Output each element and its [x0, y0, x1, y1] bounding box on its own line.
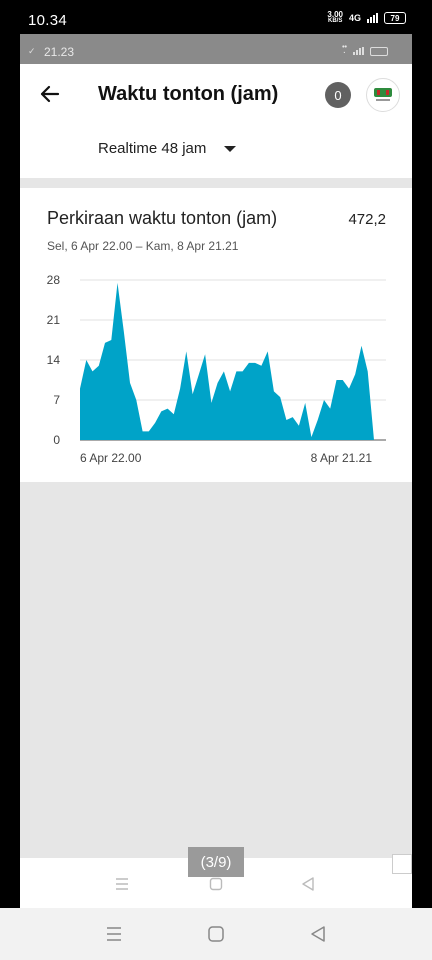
watch-time-card: Perkiraan waktu tonton (jam) 472,2 Sel, … — [20, 188, 412, 482]
screen: 10.34 3.00 KB/S 4G 79 ✓ 21.23 •• · Waktu… — [0, 0, 432, 960]
page-counter: (3/9) — [188, 847, 244, 877]
y-tick-label: 14 — [47, 353, 61, 367]
status-icons: 3.00 KB/S 4G 79 — [327, 11, 406, 25]
inner-signal-icon — [353, 47, 364, 55]
status-bar: 10.34 3.00 KB/S 4G 79 — [0, 0, 432, 36]
x-start-label: 6 Apr 22.00 — [80, 451, 142, 465]
screenshot-preview: ✓ 21.23 •• · Waktu tonton (jam) 0 Realti… — [20, 34, 412, 908]
range-dropdown-label: Realtime 48 jam — [98, 140, 207, 157]
avatar[interactable] — [366, 78, 400, 112]
x-end-label: 8 Apr 21.21 — [311, 451, 373, 465]
network-speed: 3.00 KB/S — [327, 10, 343, 25]
inner-battery-icon — [370, 46, 388, 56]
back-button[interactable] — [308, 924, 328, 944]
inner-status-time: 21.23 — [44, 45, 75, 59]
range-dropdown[interactable]: Realtime 48 jam — [98, 140, 237, 157]
watch-time-area — [80, 282, 374, 440]
status-time: 10.34 — [28, 12, 68, 29]
y-tick-label: 0 — [53, 433, 60, 447]
inner-back-icon — [302, 877, 314, 891]
app-header: Waktu tonton (jam) 0 — [20, 64, 412, 124]
y-tick-label: 7 — [53, 393, 60, 407]
card-total: 472,2 — [348, 211, 386, 228]
y-tick-label: 21 — [47, 313, 61, 327]
inner-network-speed: •• · — [342, 44, 347, 57]
page-title: Waktu tonton (jam) — [98, 83, 279, 105]
watch-time-chart: 0 7 14 21 28 6 Apr 22.00 8 Apr 21.21 — [47, 273, 386, 465]
channel-logo-icon — [374, 88, 392, 101]
y-tick-label: 28 — [47, 273, 61, 287]
card-title: Perkiraan waktu tonton (jam) — [47, 208, 278, 228]
network-type-icon: 4G — [348, 13, 361, 23]
dropdown-arrow-icon — [224, 145, 237, 152]
inner-status-icons: •• · — [342, 44, 388, 57]
check-icon: ✓ — [28, 46, 36, 56]
inner-menu-icon — [116, 878, 128, 890]
battery-icon: 79 — [384, 12, 406, 24]
range-row: Realtime 48 jam — [20, 124, 412, 178]
notification-badge[interactable]: 0 — [325, 82, 351, 108]
back-arrow-icon[interactable] — [36, 80, 64, 108]
inner-home-icon — [209, 877, 223, 891]
home-button[interactable] — [206, 924, 226, 944]
expand-icon[interactable] — [392, 854, 412, 874]
card-date-range: Sel, 6 Apr 22.00 – Kam, 8 Apr 21.21 — [47, 239, 239, 253]
signal-icon — [367, 13, 378, 23]
system-nav-bar — [0, 908, 432, 960]
menu-button[interactable] — [104, 924, 124, 944]
inner-status-bar: ✓ 21.23 •• · — [20, 34, 412, 64]
